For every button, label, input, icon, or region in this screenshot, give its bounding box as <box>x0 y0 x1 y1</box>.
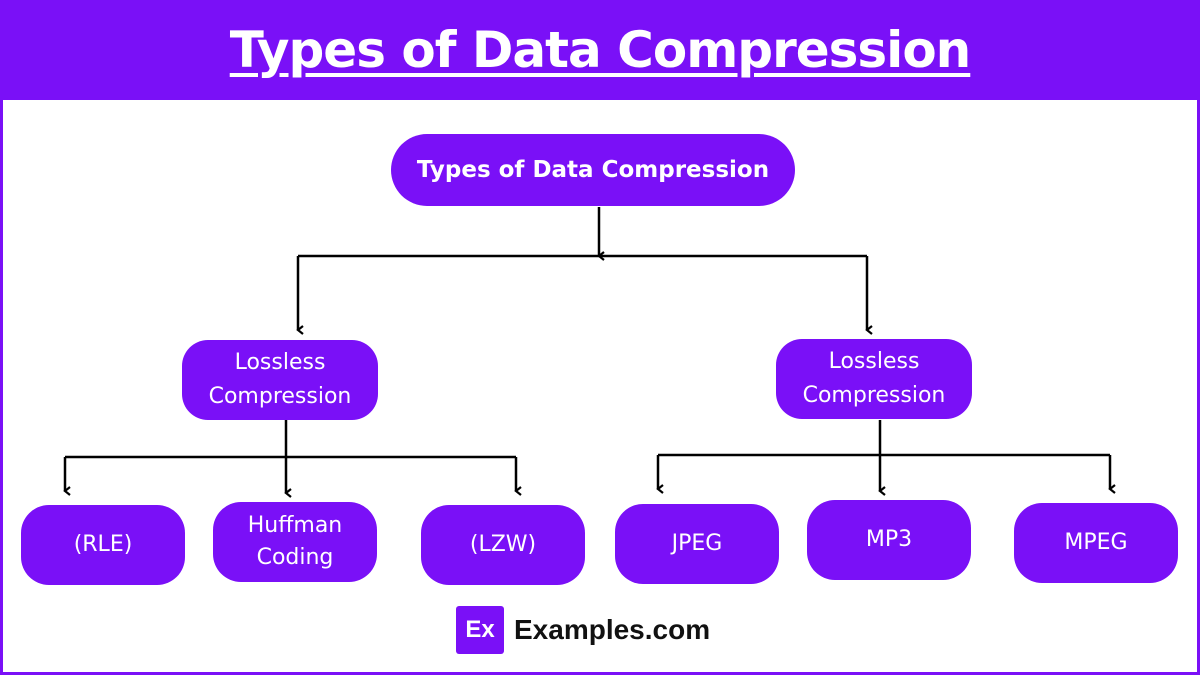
leaf-node-huffman-coding: Huffman Coding <box>213 502 377 582</box>
root-node-label: Types of Data Compression <box>416 157 770 183</box>
leaf-node-mp3: MP3 <box>807 500 971 580</box>
branch-label-line2: Compression <box>208 384 352 409</box>
brand-name: Examples.com <box>514 614 711 645</box>
leaf-label-line1: Huffman <box>247 513 343 538</box>
brand-logo-icon: Ex <box>456 606 504 654</box>
leaf-node-rle: (RLE) <box>21 505 185 585</box>
leaf-label: (RLE) <box>73 532 133 557</box>
leaf-label-line2: Coding <box>256 545 334 570</box>
leaf-node-lzw: (LZW) <box>421 505 585 585</box>
leaf-node-mpeg: MPEG <box>1014 503 1178 583</box>
leaf-label: (LZW) <box>469 532 537 557</box>
leaf-label: JPEG <box>671 531 723 556</box>
branch-label-line2: Compression <box>802 383 946 408</box>
branch-label-line1: Lossless <box>828 349 920 374</box>
branch-label-line1: Lossless <box>234 350 326 375</box>
header-banner: Types of Data Compression <box>0 0 1200 100</box>
page-title: Types of Data Compression <box>229 21 972 79</box>
branch-node-lossless-left: Lossless Compression <box>182 340 378 420</box>
root-node: Types of Data Compression <box>391 134 795 206</box>
leaf-label: MP3 <box>865 527 913 552</box>
leaf-label: MPEG <box>1064 530 1128 555</box>
branch-node-lossless-right: Lossless Compression <box>776 339 972 419</box>
footer-brand[interactable]: Ex Examples.com <box>456 606 710 654</box>
leaf-node-jpeg: JPEG <box>615 504 779 584</box>
